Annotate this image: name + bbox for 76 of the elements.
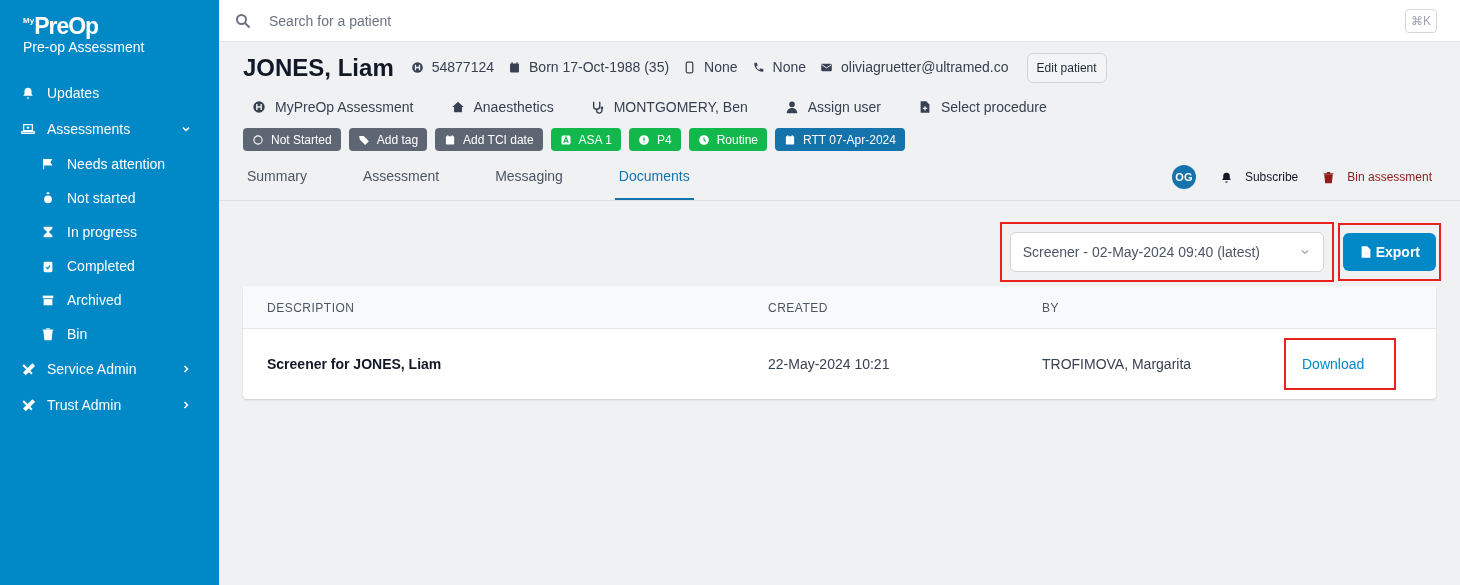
hospital-h-icon <box>410 61 424 74</box>
patient-detail: oliviagruetter@ultramed.co <box>841 58 1009 77</box>
exclamation-icon <box>637 133 650 146</box>
sidebar-item[interactable]: Trust Admin <box>0 387 219 423</box>
table-cell: Screener for JONES, Liam <box>267 356 442 372</box>
column-header: DESCRIPTION <box>267 301 355 315</box>
tab[interactable]: Messaging <box>491 154 567 200</box>
sidebar-item[interactable]: Completed <box>0 249 219 283</box>
patient-info: Assign user <box>807 97 881 117</box>
search-icon <box>235 12 251 29</box>
status-badge[interactable]: Not Started <box>243 128 341 151</box>
download-link[interactable]: Download <box>1302 353 1365 375</box>
envelope-icon <box>820 61 834 74</box>
sidebar-item[interactable]: In progress <box>0 215 219 249</box>
status-badge[interactable]: RTT 07-Apr-2024 <box>775 128 905 151</box>
user-icon <box>784 100 799 114</box>
column-header: BY <box>1042 301 1059 315</box>
status-badge[interactable]: Routine <box>688 128 767 151</box>
sidebar-item[interactable]: Updates <box>0 75 219 111</box>
sidebar-item[interactable]: Needs attention <box>0 147 219 181</box>
export-button[interactable]: Export <box>1342 233 1436 271</box>
stopwatch-icon <box>41 191 55 205</box>
letter-a-icon <box>559 133 572 146</box>
bell-icon <box>1219 170 1233 184</box>
tag-icon <box>357 133 370 146</box>
keyboard-shortcut: ⌘K <box>1405 8 1437 33</box>
patient-detail: 54877124 <box>431 58 494 77</box>
logo-prefix: My <box>23 15 35 25</box>
subscribe-button[interactable]: Subscribe <box>1219 168 1299 186</box>
search-bar[interactable]: Search for a patient ⌘K <box>219 0 1460 42</box>
patient-info: MyPreOp Assessment <box>275 97 414 117</box>
patient-info: Select procedure <box>940 97 1047 117</box>
trash-icon <box>1322 170 1336 184</box>
sidebar-item[interactable]: Not started <box>0 181 219 215</box>
status-badge[interactable]: P4 <box>628 128 681 151</box>
patient-info: Anaesthetics <box>473 97 554 117</box>
sidebar-item[interactable]: Bin <box>0 317 219 351</box>
archive-box-icon <box>41 293 55 307</box>
patient-detail: None <box>772 58 807 77</box>
app-title: Pre-op Assessment <box>22 39 145 57</box>
bell-icon <box>21 86 35 100</box>
sidebar-item[interactable]: Assessments <box>0 111 219 147</box>
sidebar-item[interactable]: Archived <box>0 283 219 317</box>
stethoscope-icon <box>590 100 605 114</box>
bin-assessment-button[interactable]: Bin assessment <box>1322 168 1432 186</box>
version-select[interactable]: Screener - 02-May-2024 09:40 (latest) <box>1009 232 1324 272</box>
laptop-icon <box>21 122 35 136</box>
clock-icon <box>697 133 710 146</box>
trash-icon <box>41 327 55 341</box>
search-field[interactable]: Search for a patient <box>269 0 1393 41</box>
tab[interactable]: Documents <box>614 154 694 200</box>
hourglass-icon <box>41 225 55 239</box>
logo-text: PreOp <box>34 14 99 38</box>
status-badge[interactable]: Add tag <box>348 128 428 151</box>
patient-name: JONES, Liam <box>243 52 394 83</box>
patient-info: MONTGOMERY, Ben <box>613 97 748 117</box>
tab[interactable]: Summary <box>243 154 311 200</box>
clipboard-check-icon <box>41 259 55 273</box>
circle-icon <box>252 133 264 146</box>
status-badge[interactable]: ASA 1 <box>550 128 621 151</box>
calendar-icon <box>784 133 796 146</box>
edit-patient-button[interactable]: Edit patient <box>1026 52 1107 83</box>
column-header: CREATED <box>768 301 828 315</box>
sidebar-item[interactable]: Service Admin <box>0 351 219 387</box>
tab[interactable]: Assessment <box>358 154 444 200</box>
hospital-h-icon <box>252 100 266 114</box>
flag-icon <box>41 157 55 171</box>
table-cell: TROFIMOVA, Margarita <box>1042 356 1192 372</box>
user-avatar: OG <box>1171 165 1196 189</box>
patient-detail: Born 17-Oct-1988 (35) <box>529 58 670 77</box>
patient-detail: None <box>704 58 738 77</box>
status-badge[interactable]: Add TCI date <box>435 128 543 151</box>
table-cell: 22-May-2024 10:21 <box>768 356 890 372</box>
calendar-icon <box>508 61 521 74</box>
calendar-icon <box>444 133 457 146</box>
house-icon <box>450 100 465 114</box>
